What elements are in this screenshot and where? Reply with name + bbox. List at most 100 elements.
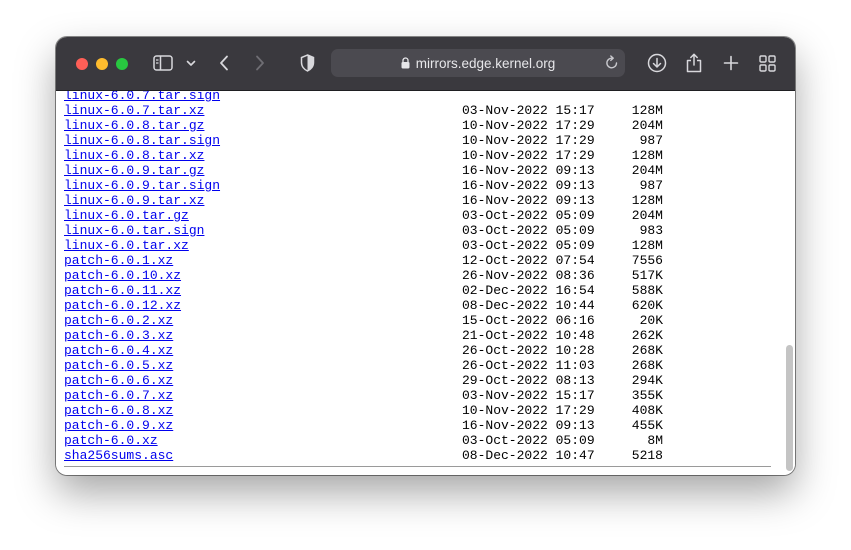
file-row: linux-6.0.8.tar.xz 10-Nov-2022 17:29 128M [64, 148, 663, 163]
file-row: linux-6.0.8.tar.sign 10-Nov-2022 17:29 987 [64, 133, 663, 148]
file-link[interactable]: patch-6.0.12.xz [64, 298, 462, 313]
file-link[interactable]: patch-6.0.11.xz [64, 283, 462, 298]
file-link[interactable]: linux-6.0.8.tar.gz [64, 118, 462, 133]
close-window-button[interactable] [76, 58, 88, 70]
file-row: patch-6.0.2.xz 15-Oct-2022 06:16 20K [64, 313, 663, 328]
file-date: 26-Oct-2022 11:03 [462, 358, 595, 373]
fullscreen-window-button[interactable] [116, 58, 128, 70]
sidebar-icon[interactable] [152, 51, 174, 75]
file-date: 10-Nov-2022 17:29 [462, 133, 595, 148]
file-date: 16-Nov-2022 09:13 [462, 178, 595, 193]
tab-overview-icon[interactable] [757, 51, 777, 75]
file-row: patch-6.0.10.xz 26-Nov-2022 08:36 517K [64, 268, 663, 283]
file-date: 02-Dec-2022 16:54 [462, 283, 595, 298]
file-link[interactable]: linux-6.0.7.tar.sign [64, 91, 462, 103]
file-row: patch-6.0.7.xz 03-Nov-2022 15:17 355K [64, 388, 663, 403]
file-date: 10-Nov-2022 17:29 [462, 403, 595, 418]
file-link[interactable]: patch-6.0.2.xz [64, 313, 462, 328]
file-link[interactable]: linux-6.0.9.tar.gz [64, 163, 462, 178]
file-row: patch-6.0.4.xz 26-Oct-2022 10:28 268K [64, 343, 663, 358]
file-date: 03-Nov-2022 15:17 [462, 103, 595, 118]
file-date: 03-Nov-2022 15:17 [462, 388, 595, 403]
file-link[interactable]: patch-6.0.4.xz [64, 343, 462, 358]
file-row: linux-6.0.9.tar.xz 16-Nov-2022 09:13 128M [64, 193, 663, 208]
minimize-window-button[interactable] [96, 58, 108, 70]
file-date: 10-Nov-2022 17:29 [462, 118, 595, 133]
file-row: patch-6.0.xz 03-Oct-2022 05:09 8M [64, 433, 663, 448]
file-size: 128M [631, 103, 663, 118]
file-row: linux-6.0.9.tar.gz 16-Nov-2022 09:13 204M [64, 163, 663, 178]
file-date: 21-Oct-2022 10:48 [462, 328, 595, 343]
file-link[interactable]: patch-6.0.9.xz [64, 418, 462, 433]
file-row: linux-6.0.tar.xz 03-Oct-2022 05:09 128M [64, 238, 663, 253]
file-link[interactable]: linux-6.0.9.tar.xz [64, 193, 462, 208]
share-icon[interactable] [684, 51, 704, 75]
file-size: 5218 [631, 448, 663, 463]
chevron-down-icon[interactable] [185, 51, 197, 75]
file-size: 7556 [631, 253, 663, 268]
file-date: 08-Dec-2022 10:44 [462, 298, 595, 313]
file-row: patch-6.0.8.xz 10-Nov-2022 17:29 408K [64, 403, 663, 418]
file-row: patch-6.0.12.xz 08-Dec-2022 10:44 620K [64, 298, 663, 313]
file-link[interactable]: patch-6.0.xz [64, 433, 462, 448]
reload-icon[interactable] [605, 55, 619, 73]
file-date: 10-Nov-2022 17:29 [462, 148, 595, 163]
file-size: 355K [631, 388, 663, 403]
file-size: 128M [631, 148, 663, 163]
file-link[interactable]: patch-6.0.3.xz [64, 328, 462, 343]
file-row: patch-6.0.1.xz 12-Oct-2022 07:54 7556 [64, 253, 663, 268]
file-row: patch-6.0.11.xz 02-Dec-2022 16:54 588K [64, 283, 663, 298]
file-link[interactable]: linux-6.0.7.tar.xz [64, 103, 462, 118]
file-size: 8M [647, 433, 663, 448]
vertical-scrollbar[interactable] [786, 345, 793, 471]
file-row: patch-6.0.9.xz 16-Nov-2022 09:13 455K [64, 418, 663, 433]
file-link[interactable]: linux-6.0.tar.sign [64, 223, 462, 238]
file-link[interactable]: sha256sums.asc [64, 448, 462, 463]
file-link[interactable]: patch-6.0.1.xz [64, 253, 462, 268]
file-date: 29-Oct-2022 08:13 [462, 373, 595, 388]
address-bar[interactable]: mirrors.edge.kernel.org [331, 49, 625, 77]
file-date: 03-Oct-2022 05:09 [462, 223, 595, 238]
file-link[interactable]: patch-6.0.6.xz [64, 373, 462, 388]
file-row: linux-6.0.7.tar.sign [64, 91, 663, 103]
file-size: 20K [639, 313, 663, 328]
back-icon[interactable] [217, 51, 231, 75]
browser-toolbar: mirrors.edge.kernel.org [56, 37, 795, 91]
url-text: mirrors.edge.kernel.org [415, 55, 556, 71]
file-row: sha256sums.asc 08-Dec-2022 10:47 5218 [64, 448, 663, 463]
file-size: 983 [639, 223, 663, 238]
file-size: 987 [639, 178, 663, 193]
file-row: linux-6.0.8.tar.gz 10-Nov-2022 17:29 204M [64, 118, 663, 133]
file-link[interactable]: linux-6.0.8.tar.sign [64, 133, 462, 148]
file-date: 16-Nov-2022 09:13 [462, 418, 595, 433]
file-link[interactable]: linux-6.0.8.tar.xz [64, 148, 462, 163]
file-size: 268K [631, 343, 663, 358]
file-link[interactable]: patch-6.0.5.xz [64, 358, 462, 373]
file-size: 262K [631, 328, 663, 343]
file-size: 620K [631, 298, 663, 313]
file-link[interactable]: linux-6.0.9.tar.sign [64, 178, 462, 193]
file-date: 16-Nov-2022 09:13 [462, 193, 595, 208]
privacy-shield-icon[interactable] [299, 51, 315, 75]
file-row: patch-6.0.5.xz 26-Oct-2022 11:03 268K [64, 358, 663, 373]
file-date: 03-Oct-2022 05:09 [462, 208, 595, 223]
file-size: 128M [631, 193, 663, 208]
file-link[interactable]: patch-6.0.7.xz [64, 388, 462, 403]
file-link[interactable]: patch-6.0.8.xz [64, 403, 462, 418]
file-size: 987 [639, 133, 663, 148]
file-size: 294K [631, 373, 663, 388]
file-size: 204M [631, 208, 663, 223]
file-link[interactable]: linux-6.0.tar.gz [64, 208, 462, 223]
horizontal-rule [64, 466, 771, 467]
file-link[interactable]: linux-6.0.tar.xz [64, 238, 462, 253]
file-size: 408K [631, 403, 663, 418]
forward-icon[interactable] [253, 51, 267, 75]
file-row: linux-6.0.tar.sign 03-Oct-2022 05:09 983 [64, 223, 663, 238]
file-date: 26-Nov-2022 08:36 [462, 268, 595, 283]
file-link[interactable]: patch-6.0.10.xz [64, 268, 462, 283]
new-tab-icon[interactable] [721, 51, 741, 75]
file-size: 204M [631, 163, 663, 178]
downloads-icon[interactable] [646, 51, 668, 75]
file-row: linux-6.0.9.tar.sign 16-Nov-2022 09:13 987 [64, 178, 663, 193]
file-size: 455K [631, 418, 663, 433]
